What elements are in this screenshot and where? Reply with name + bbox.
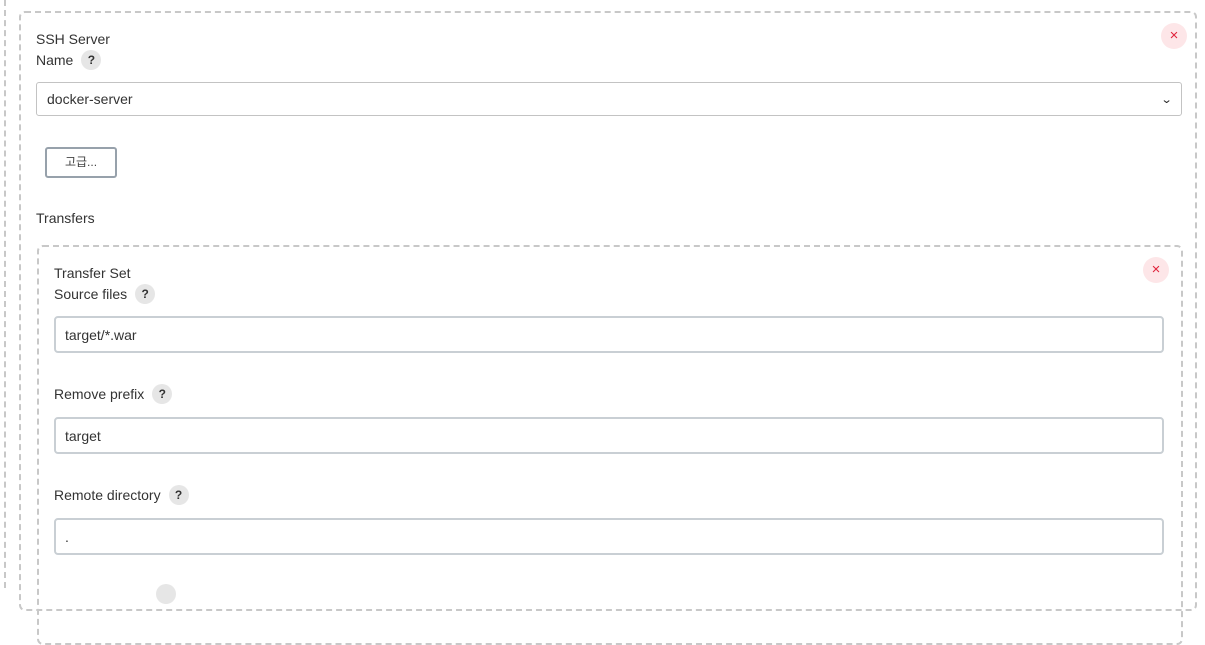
chevron-down-icon: ⌄ — [1160, 93, 1173, 106]
close-icon: × — [1169, 27, 1179, 44]
transfer-set-title: Transfer Set — [54, 265, 131, 281]
source-files-help-icon[interactable]: ? — [135, 284, 156, 304]
source-files-field-label: Source files ? — [54, 284, 156, 304]
name-label: Name — [36, 52, 74, 68]
remove-prefix-field-label: Remove prefix ? — [54, 384, 173, 404]
remove-prefix-value: target — [65, 427, 101, 444]
source-files-label: Source files — [54, 286, 128, 302]
remote-directory-label: Remote directory — [54, 487, 161, 503]
remove-ssh-server-button[interactable]: × — [1161, 23, 1187, 49]
close-icon: × — [1151, 261, 1161, 278]
remove-prefix-help-icon[interactable]: ? — [152, 384, 173, 404]
transfers-label: Transfers — [36, 210, 95, 226]
remote-directory-input[interactable]: . — [54, 518, 1164, 555]
name-help-icon[interactable]: ? — [81, 50, 102, 70]
source-files-value: target/*.war — [65, 326, 137, 343]
source-files-input[interactable]: target/*.war — [54, 316, 1164, 353]
name-field-label: Name ? — [36, 50, 102, 70]
remove-prefix-label: Remove prefix — [54, 386, 145, 402]
remove-prefix-input[interactable]: target — [54, 417, 1164, 454]
selected-server-value: docker-server — [47, 91, 133, 107]
remote-directory-help-icon[interactable]: ? — [168, 485, 189, 505]
ssh-server-name-select[interactable]: docker-server ⌄ — [36, 82, 1182, 116]
remote-directory-value: . — [65, 528, 69, 545]
advanced-button[interactable]: 고급... — [45, 147, 117, 178]
next-field-help-icon[interactable] — [156, 584, 176, 604]
remove-transfer-set-button[interactable]: × — [1143, 257, 1169, 283]
outer-container-border — [4, 0, 6, 588]
ssh-server-title: SSH Server — [36, 31, 110, 47]
remote-directory-field-label: Remote directory ? — [54, 485, 189, 505]
